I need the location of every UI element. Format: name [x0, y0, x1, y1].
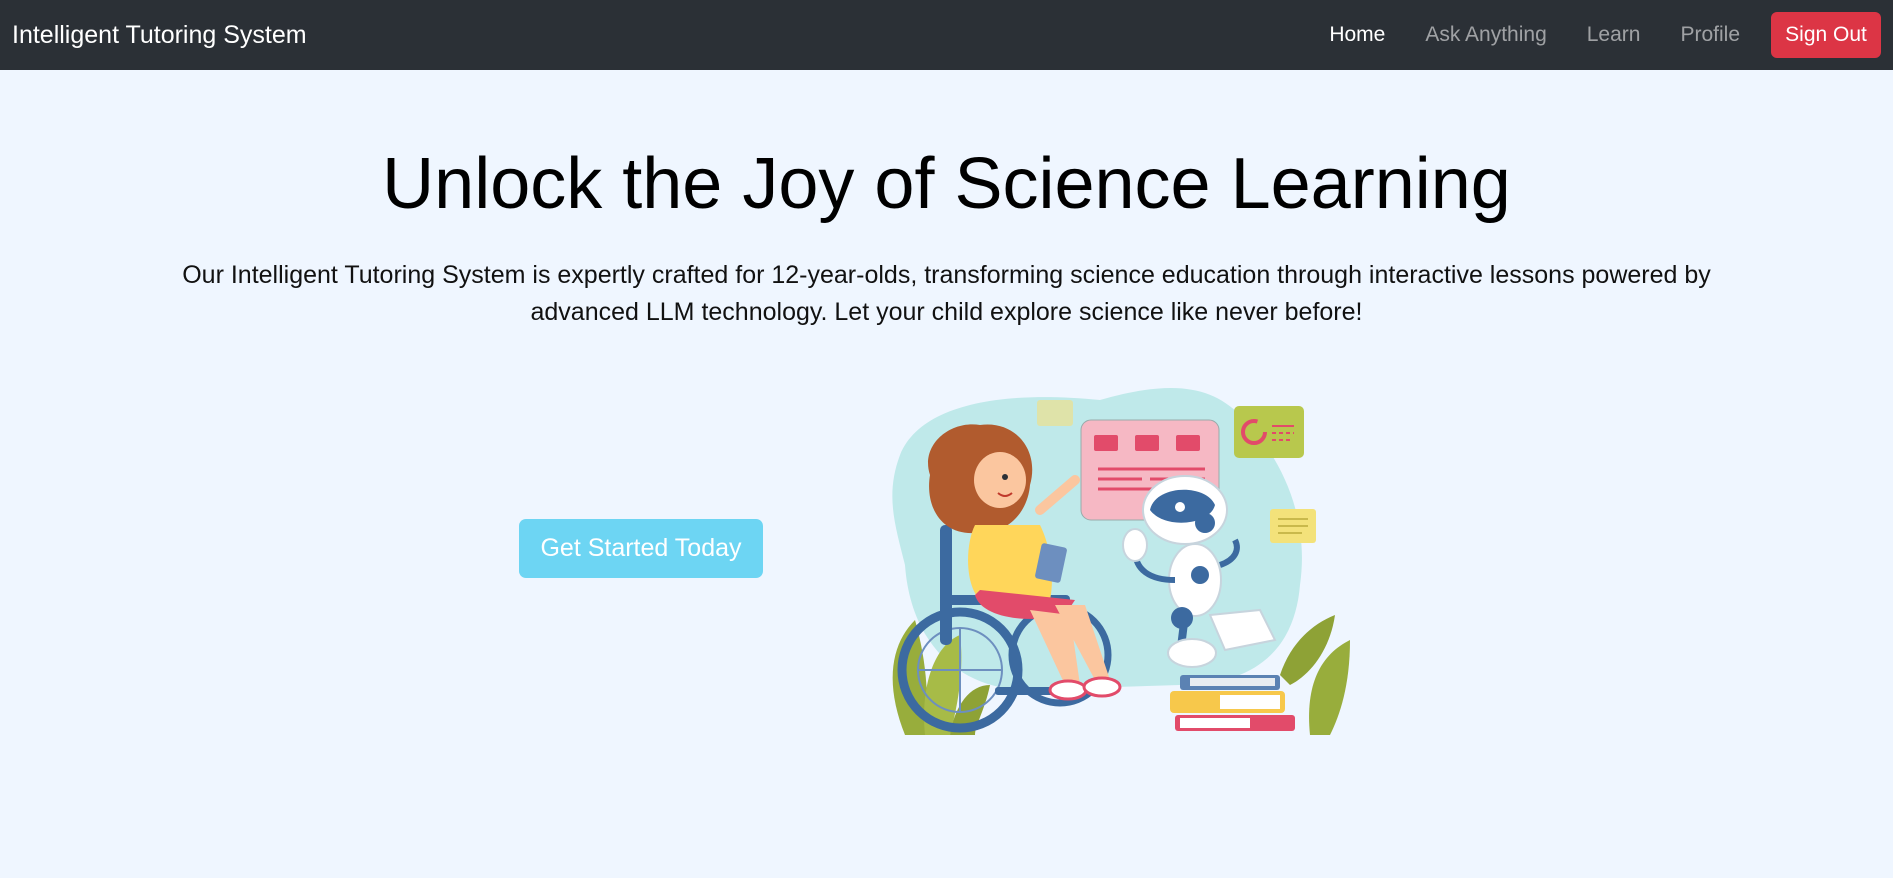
navbar: Intelligent Tutoring System Home Ask Any… — [0, 0, 1893, 70]
nav-link-home[interactable]: Home — [1329, 23, 1385, 47]
nav-link-profile[interactable]: Profile — [1680, 23, 1740, 47]
hero-illustration — [892, 388, 1350, 735]
nav-link-learn[interactable]: Learn — [1587, 23, 1641, 47]
hero-description: Our Intelligent Tutoring System is exper… — [182, 261, 1711, 326]
sign-out-button[interactable]: Sign Out — [1771, 12, 1881, 58]
sneaker-icon — [1048, 679, 1088, 701]
nav-links: Home Ask Anything Learn Profile Sign Out — [1289, 12, 1881, 58]
get-started-button[interactable]: Get Started Today — [519, 519, 763, 578]
page-title: Unlock the Joy of Science Learning — [382, 144, 1511, 224]
floating-note-icon — [1037, 400, 1073, 426]
brand-link[interactable]: Intelligent Tutoring System — [12, 21, 307, 50]
girl-face-icon — [974, 452, 1026, 508]
nav-link-ask-anything[interactable]: Ask Anything — [1425, 23, 1546, 47]
